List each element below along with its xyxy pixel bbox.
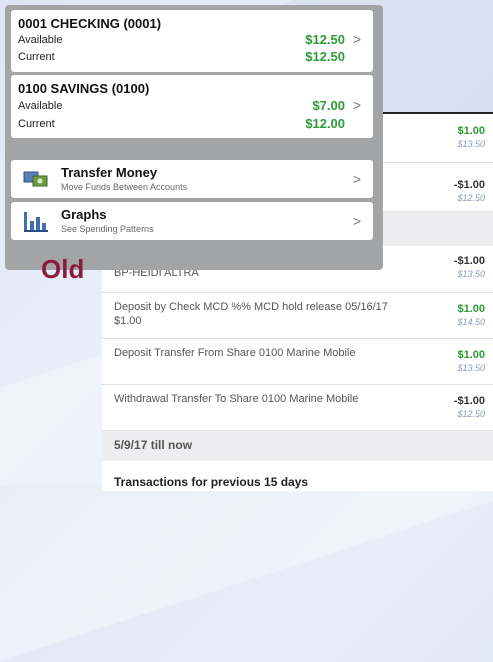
menu-subtitle: Move Funds Between Accounts bbox=[61, 182, 188, 192]
section-date-label: 5/9/17 till now bbox=[114, 438, 193, 452]
current-label: Current bbox=[18, 51, 55, 63]
transaction-amount: -$1.00 bbox=[453, 179, 485, 191]
bar-chart-icon bbox=[23, 209, 49, 233]
transaction-row[interactable]: Withdrawal Transfer To Share 0100 Marine… bbox=[102, 385, 493, 431]
section-header-date: 5/9/17 till now bbox=[102, 431, 493, 461]
account-name: 0100 SAVINGS (0100) bbox=[18, 81, 150, 96]
current-balance: $12.00 bbox=[305, 116, 345, 131]
chevron-right-icon: > bbox=[352, 97, 361, 113]
chevron-right-icon: > bbox=[352, 31, 361, 47]
transaction-balance: $13.50 bbox=[457, 363, 485, 373]
transaction-amount: $1.00 bbox=[457, 125, 485, 137]
chevron-right-icon: > bbox=[352, 171, 361, 187]
transaction-balance: $12.50 bbox=[457, 193, 485, 203]
transaction-amount: -$1.00 bbox=[453, 395, 485, 407]
transaction-balance: $13.50 bbox=[457, 139, 485, 149]
previous-transactions-label: Transactions for previous 15 days bbox=[114, 475, 309, 489]
old-label: Old bbox=[41, 254, 85, 284]
transaction-amount: $1.00 bbox=[457, 349, 485, 361]
account-name: 0001 CHECKING (0001) bbox=[18, 16, 162, 31]
menu-subtitle: See Spending Patterns bbox=[61, 224, 154, 234]
account-card-savings[interactable]: 0100 SAVINGS (0100) Available $7.00 > Cu… bbox=[11, 75, 373, 138]
transaction-balance: $14.50 bbox=[457, 317, 485, 327]
chevron-right-icon: > bbox=[352, 213, 361, 229]
menu-title: Transfer Money bbox=[61, 165, 158, 180]
transaction-balance: $13.50 bbox=[457, 269, 485, 279]
transaction-balance: $12.50 bbox=[457, 409, 485, 419]
graphs-item[interactable]: Graphs See Spending Patterns > bbox=[11, 202, 373, 240]
transfer-icon bbox=[23, 169, 49, 189]
transaction-row[interactable]: Deposit by Check MCD %% MCD hold release… bbox=[102, 293, 493, 339]
available-balance: $7.00 bbox=[312, 98, 345, 113]
transaction-row[interactable]: Deposit Transfer From Share 0100 Marine … bbox=[102, 339, 493, 385]
previous-transactions-header[interactable]: Transactions for previous 15 days bbox=[102, 461, 493, 491]
transaction-description: Deposit Transfer From Share 0100 Marine … bbox=[114, 347, 356, 359]
menu-title: Graphs bbox=[61, 207, 107, 222]
account-card-checking[interactable]: 0001 CHECKING (0001) Available $12.50 > … bbox=[11, 10, 373, 72]
transaction-description: Withdrawal Transfer To Share 0100 Marine… bbox=[114, 393, 359, 405]
transaction-amount: -$1.00 bbox=[453, 255, 485, 267]
current-balance: $12.50 bbox=[305, 49, 345, 64]
available-balance: $12.50 bbox=[305, 32, 345, 47]
transaction-amount: $1.00 bbox=[457, 303, 485, 315]
available-label: Available bbox=[18, 100, 63, 112]
old-app-screen: 0001 CHECKING (0001) Available $12.50 > … bbox=[5, 5, 383, 270]
current-label: Current bbox=[18, 118, 55, 130]
transaction-description: Deposit by Check MCD %% MCD hold release… bbox=[114, 301, 388, 327]
available-label: Available bbox=[18, 34, 63, 46]
transfer-money-item[interactable]: Transfer Money Move Funds Between Accoun… bbox=[11, 160, 373, 198]
